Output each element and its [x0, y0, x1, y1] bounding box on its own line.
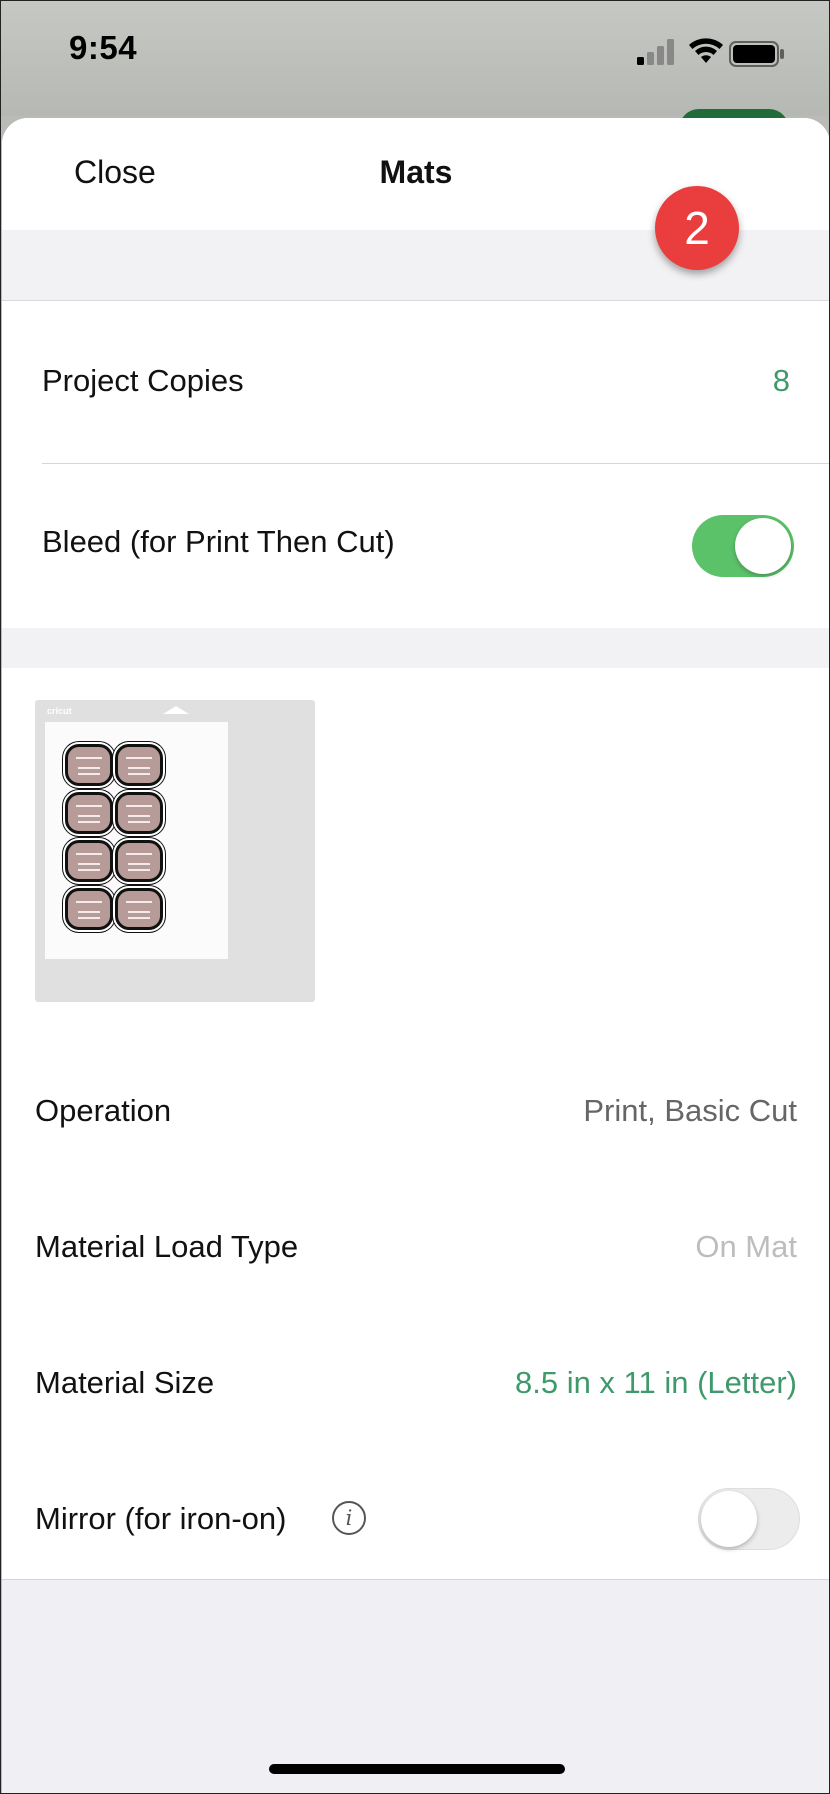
sticker — [115, 840, 163, 882]
info-icon[interactable]: i — [332, 1501, 366, 1535]
material-load-type-value: On Mat — [695, 1229, 797, 1264]
sticker — [115, 792, 163, 834]
sticker — [65, 744, 113, 786]
close-button[interactable]: Close — [74, 154, 156, 191]
material-size-value[interactable]: 8.5 in x 11 in (Letter) — [515, 1365, 797, 1401]
wifi-icon — [689, 38, 723, 63]
sticker — [65, 792, 113, 834]
toggle-knob — [701, 1491, 757, 1547]
material-size-label: Material Size — [35, 1365, 215, 1400]
bleed-toggle[interactable] — [692, 515, 794, 577]
sticker — [65, 888, 113, 930]
status-icons — [637, 37, 797, 67]
material-load-type-row: Material Load Type On Mat — [2, 1229, 829, 1329]
sticker — [115, 744, 163, 786]
project-copies-label: Project Copies — [42, 363, 244, 398]
operation-row: Operation Print, Basic Cut — [2, 1093, 829, 1193]
mirror-label: Mirror (for iron-on) — [35, 1501, 287, 1536]
bleed-label: Bleed (for Print Then Cut) — [42, 524, 395, 559]
cell-signal-icon — [637, 39, 674, 65]
operation-value: Print, Basic Cut — [583, 1093, 797, 1128]
material-load-type-label: Material Load Type — [35, 1229, 299, 1264]
mat-notch — [163, 706, 189, 714]
mats-sheet: Mats Close Project Copies 8 Bleed (for P… — [2, 118, 829, 1793]
phone-screen: 9:54 Mats Close Project Copies 8 Bleed (… — [0, 0, 830, 1794]
mat-preview[interactable]: cricut — [35, 700, 315, 1002]
project-copies-row[interactable]: Project Copies 8 — [2, 301, 829, 463]
mirror-toggle[interactable] — [698, 1488, 800, 1550]
status-bar: 9:54 — [1, 1, 829, 116]
status-time: 9:54 — [69, 29, 138, 66]
operation-label: Operation — [35, 1093, 172, 1128]
step-badge: 2 — [655, 186, 739, 270]
home-indicator — [269, 1764, 565, 1774]
bottom-area — [2, 1579, 829, 1793]
sticker — [65, 840, 113, 882]
mat-paper — [45, 722, 228, 959]
section-gap — [2, 628, 829, 668]
project-copies-value[interactable]: 8 — [773, 363, 790, 399]
cricut-logo: cricut — [47, 706, 72, 716]
material-size-row[interactable]: Material Size 8.5 in x 11 in (Letter) — [2, 1365, 829, 1465]
battery-icon — [729, 41, 784, 67]
sticker — [115, 888, 163, 930]
bleed-row: Bleed (for Print Then Cut) — [2, 464, 829, 628]
toggle-knob — [735, 518, 791, 574]
